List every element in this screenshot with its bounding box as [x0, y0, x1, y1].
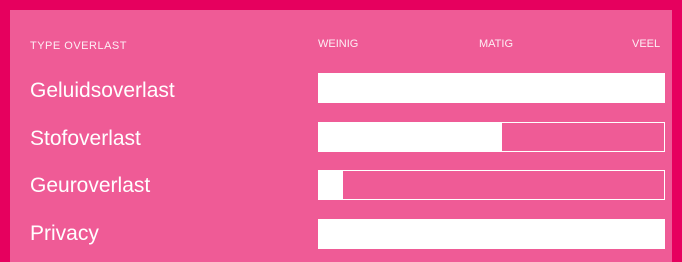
type-overlast-header: TYPE OVERLAST	[30, 40, 127, 52]
level-bar-stofoverlast	[318, 122, 665, 152]
level-bar-privacy	[318, 219, 665, 249]
level-bar-geuroverlast	[318, 170, 665, 200]
level-fill-stofoverlast	[319, 123, 502, 151]
row-label-geluidsoverlast: Geluidsoverlast	[30, 79, 175, 102]
level-fill-geluidsoverlast	[319, 74, 664, 102]
scale-label-veel: VEEL	[632, 38, 661, 50]
row-label-geuroverlast: Geuroverlast	[30, 174, 151, 197]
scale-label-weinig: WEINIG	[318, 38, 359, 50]
row-label-stofoverlast: Stofoverlast	[30, 127, 141, 150]
level-fill-privacy	[319, 220, 664, 248]
row-label-privacy: Privacy	[30, 222, 99, 245]
level-fill-geuroverlast	[319, 171, 344, 199]
overlast-panel: TYPE OVERLAST WEINIG MATIG VEEL Geluidso…	[10, 10, 672, 262]
level-bar-geluidsoverlast	[318, 73, 665, 103]
scale-label-matig: MATIG	[479, 38, 514, 50]
